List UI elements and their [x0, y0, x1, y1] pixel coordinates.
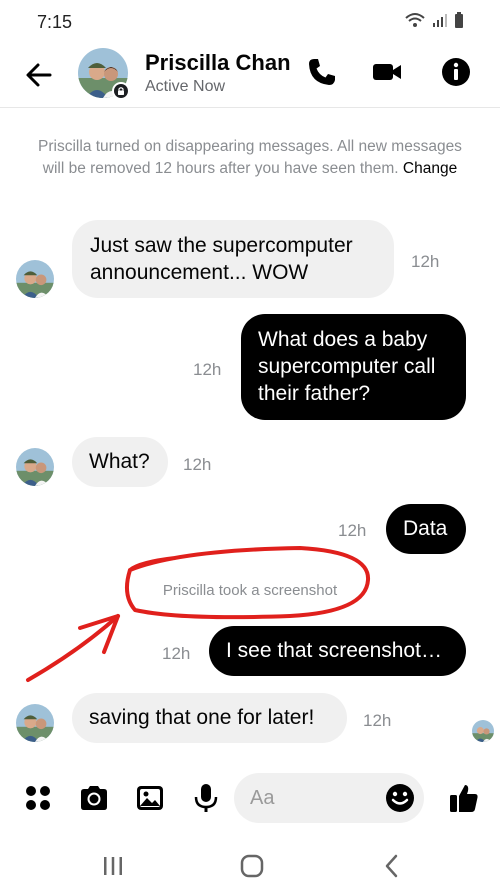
message-timestamp: 12h	[162, 644, 191, 663]
read-receipt-avatar	[472, 720, 494, 742]
message-composer	[0, 766, 500, 830]
message-timestamp: 12h	[363, 711, 392, 730]
lock-badge	[112, 82, 130, 100]
message-text-line: announcement... WOW	[90, 261, 309, 284]
message-text-line: What?	[89, 450, 150, 473]
notice-change-link[interactable]: Change	[403, 160, 457, 177]
contact-avatar-small[interactable]	[16, 260, 54, 298]
status-bar: 7:15	[0, 0, 500, 42]
home-icon[interactable]	[238, 852, 266, 880]
message-timestamp: 12h	[338, 521, 367, 540]
message-timestamp: 12h	[193, 360, 222, 379]
message-text-line: their father?	[258, 382, 371, 405]
microphone-icon[interactable]	[190, 782, 222, 814]
signal-icon	[433, 14, 447, 27]
notice-text: Priscilla turned on disappearing message…	[38, 138, 462, 177]
recent-apps-icon[interactable]	[99, 852, 127, 880]
message-text-line: supercomputer call	[258, 355, 436, 378]
image-gallery-icon[interactable]	[134, 782, 166, 814]
back-chevron-icon[interactable]	[378, 852, 406, 880]
camera-icon[interactable]	[78, 782, 110, 814]
message-input-container[interactable]	[234, 773, 424, 823]
message-bubble-outgoing[interactable]: What does a baby supercomputer call thei…	[241, 314, 466, 420]
back-arrow-icon[interactable]	[22, 58, 56, 92]
message-text-line: saving that one for later!	[89, 706, 315, 729]
contact-status: Active Now	[145, 78, 226, 95]
emoji-icon[interactable]	[384, 782, 416, 814]
message-bubble-incoming[interactable]: What?	[72, 437, 168, 487]
message-text-line: Data	[403, 517, 448, 540]
chat-header: Priscilla Chan Active Now	[0, 42, 500, 108]
video-camera-icon[interactable]	[371, 56, 403, 88]
disappearing-messages-notice: Priscilla turned on disappearing message…	[30, 136, 470, 180]
contact-name[interactable]: Priscilla Chan	[145, 50, 291, 76]
status-icons	[404, 12, 464, 28]
status-time: 7:15	[37, 12, 73, 32]
message-timestamp: 12h	[411, 252, 440, 271]
message-text-line: I see that screenshot…	[226, 639, 442, 662]
info-icon[interactable]	[440, 56, 472, 88]
message-timestamp: 12h	[183, 455, 212, 474]
message-bubble-outgoing[interactable]: I see that screenshot…	[209, 626, 466, 676]
message-text-line: Just saw the supercomputer	[90, 234, 353, 257]
contact-avatar-small[interactable]	[16, 448, 54, 486]
wifi-icon	[405, 13, 425, 27]
message-bubble-incoming[interactable]: Just saw the supercomputer announcement.…	[72, 220, 394, 298]
contact-avatar-small[interactable]	[16, 704, 54, 742]
phone-icon[interactable]	[306, 56, 338, 88]
message-bubble-incoming[interactable]: saving that one for later!	[72, 693, 347, 743]
message-text-line: What does a baby	[258, 328, 428, 351]
battery-icon	[455, 12, 463, 28]
system-navigation-bar	[0, 838, 500, 893]
apps-grid-icon[interactable]	[22, 782, 54, 814]
lock-icon	[114, 84, 128, 98]
message-input[interactable]	[250, 783, 380, 813]
thumbs-up-icon[interactable]	[448, 782, 480, 814]
